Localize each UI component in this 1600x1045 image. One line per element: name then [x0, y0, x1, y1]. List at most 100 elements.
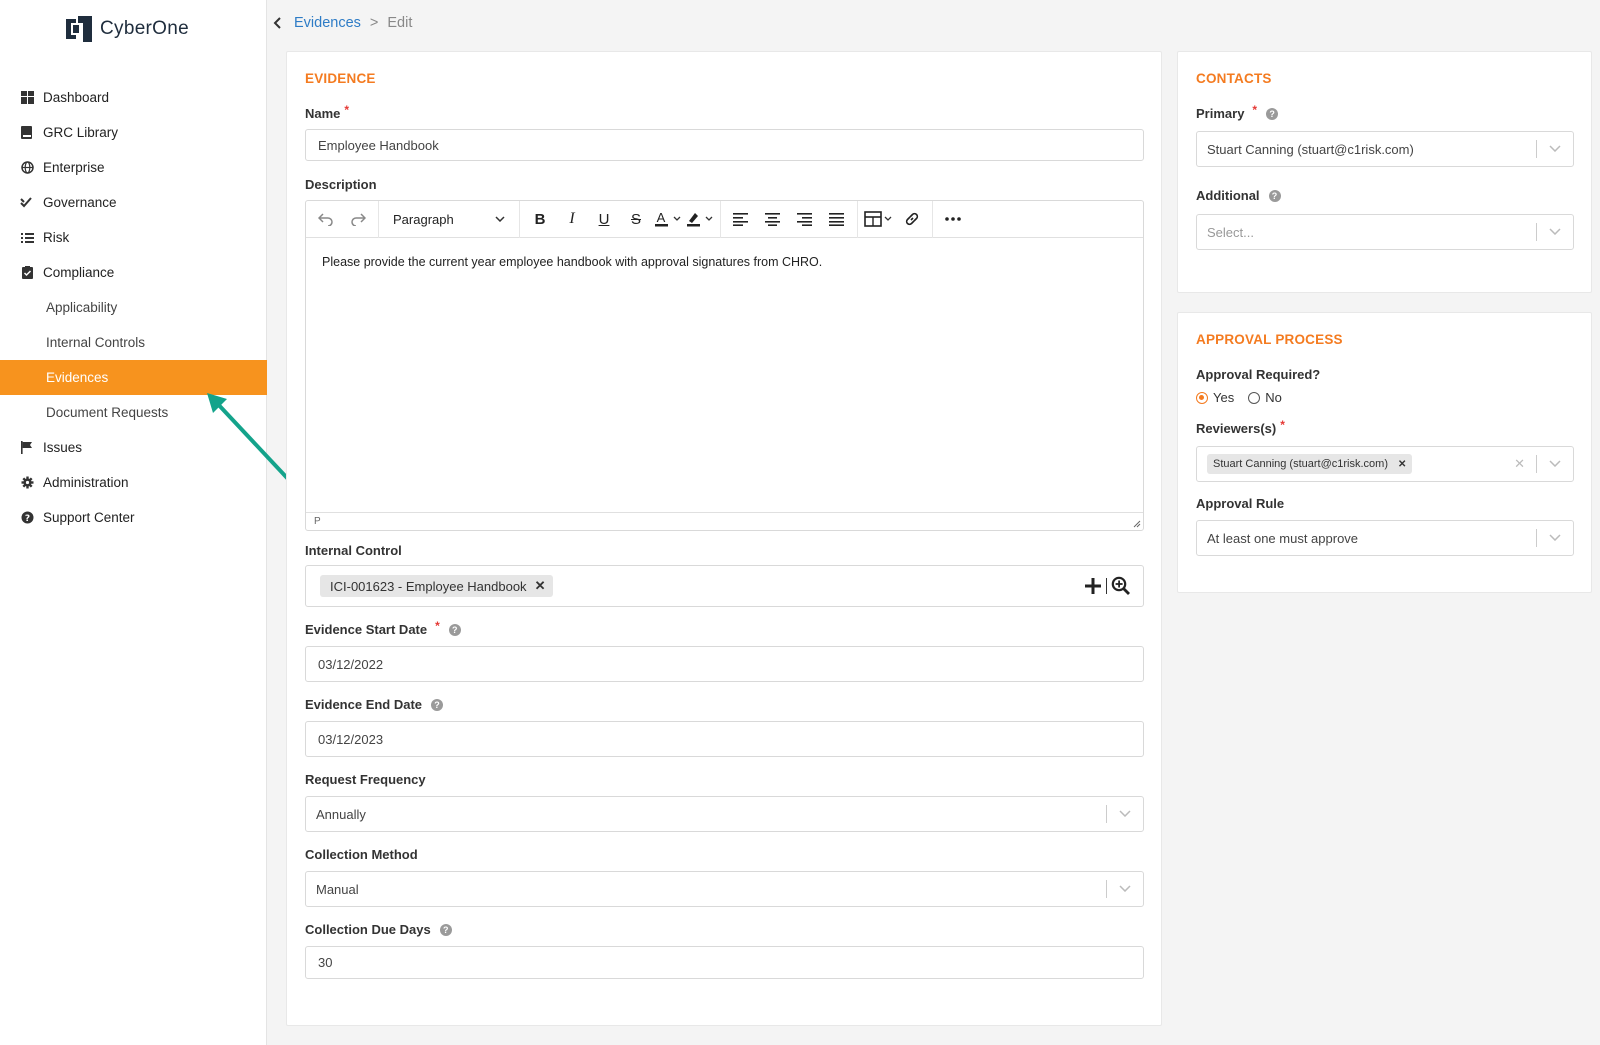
sidebar-item-label: Support Center — [43, 510, 135, 525]
resize-handle-icon[interactable] — [1133, 520, 1141, 528]
sidebar-item-grc-library[interactable]: GRC Library — [0, 115, 267, 150]
primary-label: Primary *? — [1196, 102, 1279, 121]
history-group — [306, 200, 379, 238]
end-date-input[interactable]: 03/12/2023 — [305, 721, 1144, 757]
end-date-label: Evidence End Date? — [305, 697, 444, 712]
reviewers-label-text: Reviewers(s) — [1196, 421, 1277, 436]
undo-icon[interactable] — [312, 205, 340, 233]
clear-icon[interactable]: ✕ — [1514, 456, 1525, 472]
sidebar-item-risk[interactable]: Risk — [0, 220, 267, 255]
due-days-input[interactable]: 30 — [305, 946, 1144, 979]
description-editor[interactable]: Paragraph B I U S A Please provide the c… — [305, 200, 1144, 531]
align-left-icon[interactable] — [727, 205, 755, 233]
brand-logo[interactable]: CyberOne — [64, 14, 189, 44]
more-options-icon[interactable] — [939, 205, 967, 233]
sidebar-item-label: Issues — [43, 440, 83, 455]
required-marker: * — [1252, 102, 1258, 117]
help-icon[interactable]: ? — [448, 623, 461, 636]
select-divider — [1536, 455, 1537, 473]
italic-icon[interactable]: I — [558, 205, 586, 233]
back-chevron-icon[interactable] — [270, 12, 284, 34]
chevron-down-icon — [1549, 142, 1561, 154]
radio-selected-indicator — [1196, 391, 1208, 404]
help-icon[interactable]: ? — [431, 698, 444, 711]
svg-text:A: A — [657, 210, 666, 225]
chip-label: Stuart Canning (stuart@c1risk.com) — [1213, 458, 1389, 470]
remove-chip-icon[interactable]: ✕ — [1398, 459, 1406, 470]
editor-content[interactable]: Please provide the current year employee… — [322, 255, 822, 269]
strikethrough-icon[interactable]: S — [622, 205, 650, 233]
help-icon[interactable]: ? — [1266, 107, 1279, 120]
approval-required-label: Approval Required? — [1196, 367, 1321, 382]
start-date-input[interactable]: 03/12/2022 — [305, 646, 1144, 682]
sidebar-item-enterprise[interactable]: Enterprise — [0, 150, 267, 185]
bold-icon[interactable]: B — [526, 205, 554, 233]
sidebar-item-internal-controls[interactable]: Internal Controls — [0, 325, 267, 360]
question-circle-icon: ? — [20, 511, 34, 525]
primary-contact-select[interactable]: Stuart Canning (stuart@c1risk.com) — [1196, 131, 1574, 167]
sidebar-item-label: Applicability — [46, 300, 118, 315]
approval-rule-select[interactable]: At least one must approve — [1196, 520, 1574, 556]
chip-label: ICI-001623 - Employee Handbook — [330, 578, 527, 594]
internal-control-field[interactable]: ICI-001623 - Employee Handbook ✕ — [305, 565, 1144, 607]
approval-no-radio[interactable]: No — [1248, 390, 1282, 405]
help-icon[interactable]: ? — [1268, 189, 1281, 202]
block-format-select[interactable]: Paragraph — [385, 205, 513, 233]
contacts-section-title: CONTACTS — [1196, 71, 1272, 86]
insert-group — [858, 200, 933, 238]
breadcrumb-parent-link[interactable]: Evidences — [294, 15, 361, 31]
sidebar-item-applicability[interactable]: Applicability — [0, 290, 267, 325]
block-format-group: Paragraph — [379, 200, 520, 238]
sidebar-item-support-center[interactable]: ? Support Center — [0, 500, 267, 535]
start-date-label: Evidence Start Date *? — [305, 619, 461, 637]
remove-chip-icon[interactable]: ✕ — [535, 578, 546, 594]
additional-label-text: Additional — [1196, 188, 1260, 203]
align-justify-icon[interactable] — [823, 205, 851, 233]
sidebar-item-compliance[interactable]: Compliance — [0, 255, 267, 290]
evidence-section-title: EVIDENCE — [305, 71, 376, 86]
chevron-down-icon — [1549, 531, 1561, 543]
more-group — [933, 201, 973, 238]
align-center-icon[interactable] — [759, 205, 787, 233]
collection-method-label: Collection Method — [305, 847, 418, 862]
name-input[interactable]: Employee Handbook — [305, 129, 1144, 161]
underline-icon[interactable]: U — [590, 205, 618, 233]
table-icon[interactable] — [864, 205, 894, 233]
sidebar-item-label: Administration — [43, 475, 129, 490]
sidebar-item-label: Governance — [43, 195, 117, 210]
help-icon[interactable]: ? — [439, 923, 452, 936]
reviewer-chip: Stuart Canning (stuart@c1risk.com) ✕ — [1207, 454, 1413, 474]
reviewers-select[interactable]: Stuart Canning (stuart@c1risk.com) ✕ ✕ — [1196, 446, 1574, 482]
due-days-label-text: Collection Due Days — [305, 922, 431, 937]
collection-method-value: Manual — [316, 881, 359, 897]
highlight-color-icon[interactable] — [686, 205, 714, 233]
select-divider — [1536, 529, 1537, 547]
alignment-group — [721, 200, 858, 238]
text-color-icon[interactable]: A — [654, 205, 682, 233]
primary-contact-value: Stuart Canning (stuart@c1risk.com) — [1207, 141, 1414, 157]
editor-toolbar: Paragraph B I U S A — [306, 200, 1143, 238]
frequency-value: Annually — [316, 806, 366, 822]
redo-icon[interactable] — [344, 205, 372, 233]
search-zoom-icon[interactable] — [1111, 576, 1131, 596]
align-right-icon[interactable] — [791, 205, 819, 233]
approval-yes-radio[interactable]: Yes — [1196, 390, 1234, 405]
select-divider — [1106, 805, 1107, 823]
additional-contacts-select[interactable]: Select... — [1196, 214, 1574, 250]
sidebar-item-label: Internal Controls — [46, 335, 146, 350]
additional-placeholder: Select... — [1207, 224, 1254, 240]
internal-control-label: Internal Control — [305, 543, 402, 558]
frequency-label: Request Frequency — [305, 772, 426, 787]
sidebar-item-governance[interactable]: Governance — [0, 185, 267, 220]
link-icon[interactable] — [898, 205, 926, 233]
check-double-icon — [20, 196, 34, 210]
internal-control-chip: ICI-001623 - Employee Handbook ✕ — [320, 575, 554, 597]
sidebar: CyberOne Dashboard GRC Library Enterpris… — [0, 0, 267, 1045]
block-format-value: Paragraph — [393, 211, 454, 227]
frequency-select[interactable]: Annually — [305, 796, 1144, 832]
add-icon[interactable] — [1084, 577, 1102, 595]
sidebar-item-evidences[interactable]: Evidences — [0, 360, 267, 395]
sidebar-item-dashboard[interactable]: Dashboard — [0, 80, 267, 115]
collection-method-select[interactable]: Manual — [305, 871, 1144, 907]
flag-icon — [20, 441, 34, 455]
